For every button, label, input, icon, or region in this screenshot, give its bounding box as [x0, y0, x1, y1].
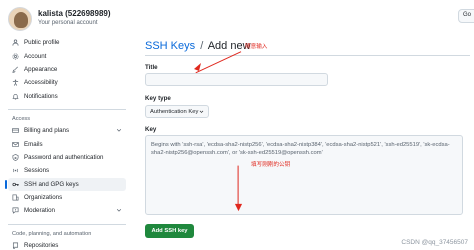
sidebar-item-label: Appearance [24, 65, 58, 73]
page-title: SSH Keys / Add new [145, 40, 251, 52]
sidebar-item-notifications[interactable]: Notifications [8, 90, 126, 103]
report-icon [12, 207, 19, 215]
accessibility-icon [12, 79, 19, 87]
sidebar-heading-code: Code, planning, and automation [12, 230, 92, 237]
sidebar-item-appearance[interactable]: Appearance [8, 63, 126, 76]
sidebar-item-label: Password and authentication [24, 153, 104, 161]
account-name: kalista (522698989) [38, 9, 111, 18]
sidebar-item-sessions[interactable]: Sessions [8, 164, 126, 177]
title-label: Title [145, 64, 158, 71]
annotation-arrowhead-title [194, 63, 201, 71]
sidebar-item-label: Sessions [24, 167, 50, 175]
annotation-arrow-key [237, 165, 239, 208]
annotation-key-note: 填写刚刚的公钥 [251, 162, 291, 168]
sidebar-item-label: Emails [24, 140, 43, 148]
broadcast-icon [12, 167, 19, 174]
sidebar-item-label: Billing and plans [24, 127, 70, 135]
add-ssh-key-button[interactable]: Add SSH key [145, 224, 194, 238]
sidebar-item-emails[interactable]: Emails [8, 137, 126, 150]
title-input[interactable] [145, 73, 328, 86]
annotation-arrowhead-key [234, 203, 243, 212]
sidebar-item-repositories[interactable]: Repositories [8, 239, 126, 250]
sidebar-item-label: Repositories [24, 241, 59, 249]
key-icon [12, 181, 19, 188]
key-type-select[interactable]: Authentication Key [145, 105, 209, 118]
go-to-profile-button[interactable]: Go [458, 9, 474, 23]
sidebar-heading-access: Access [12, 115, 31, 122]
repo-icon [12, 242, 19, 249]
person-icon [12, 39, 19, 46]
mail-icon [12, 141, 19, 148]
key-label: Key [145, 126, 157, 133]
title-divider [145, 55, 470, 56]
sidebar-item-password[interactable]: Password and authentication [8, 151, 126, 164]
sidebar-item-organizations[interactable]: Organizations [8, 191, 126, 204]
breadcrumb-ssh-keys-link[interactable]: SSH Keys [145, 40, 195, 52]
watermark: CSDN @qq_37456507 [401, 239, 468, 246]
sidebar-item-ssh-gpg[interactable]: SSH and GPG keys [5, 177, 126, 191]
shield-lock-icon [12, 154, 19, 161]
account-header: kalista (522698989) Your personal accoun… [0, 0, 474, 34]
bell-icon [12, 93, 19, 100]
key-placeholder: Begins with 'ssh-rsa', 'ecdsa-sha2-nistp… [151, 142, 450, 156]
credit-card-icon [12, 127, 19, 134]
chevron-down-icon [199, 110, 204, 113]
sidebar-item-label: Moderation [24, 207, 55, 215]
organization-icon [12, 194, 19, 201]
chevron-down-icon[interactable] [116, 207, 122, 213]
breadcrumb-separator: / [200, 40, 204, 52]
sidebar-item-public-profile[interactable]: Public profile [8, 36, 126, 49]
account-subtitle: Your personal account [38, 20, 98, 26]
avatar[interactable] [8, 7, 32, 31]
key-textarea[interactable]: Begins with 'ssh-rsa', 'ecdsa-sha2-nistp… [145, 135, 463, 215]
sidebar-item-moderation[interactable]: Moderation [8, 204, 126, 217]
paintbrush-icon [12, 66, 19, 73]
sidebar-item-label: SSH and GPG keys [24, 180, 79, 188]
annotation-title-note: 随意输入 [245, 44, 268, 50]
sidebar-divider [8, 108, 126, 110]
sidebar-item-billing[interactable]: Billing and plans [8, 124, 126, 137]
sidebar-item-label: Notifications [24, 92, 58, 100]
settings-sidebar: Public profile Account Appearance Access… [5, 36, 126, 250]
sidebar-item-label: Public profile [24, 39, 60, 47]
sidebar-divider [8, 223, 126, 225]
sidebar-item-label: Account [24, 52, 47, 60]
gear-icon [12, 53, 19, 60]
key-type-value: Authentication Key [150, 108, 199, 115]
sidebar-item-label: Organizations [24, 194, 63, 202]
sidebar-item-accessibility[interactable]: Accessibility [8, 76, 126, 89]
sidebar-item-label: Accessibility [24, 79, 58, 87]
key-type-label: Key type [145, 95, 171, 102]
chevron-down-icon[interactable] [116, 127, 122, 133]
sidebar-item-account[interactable]: Account [8, 49, 126, 62]
